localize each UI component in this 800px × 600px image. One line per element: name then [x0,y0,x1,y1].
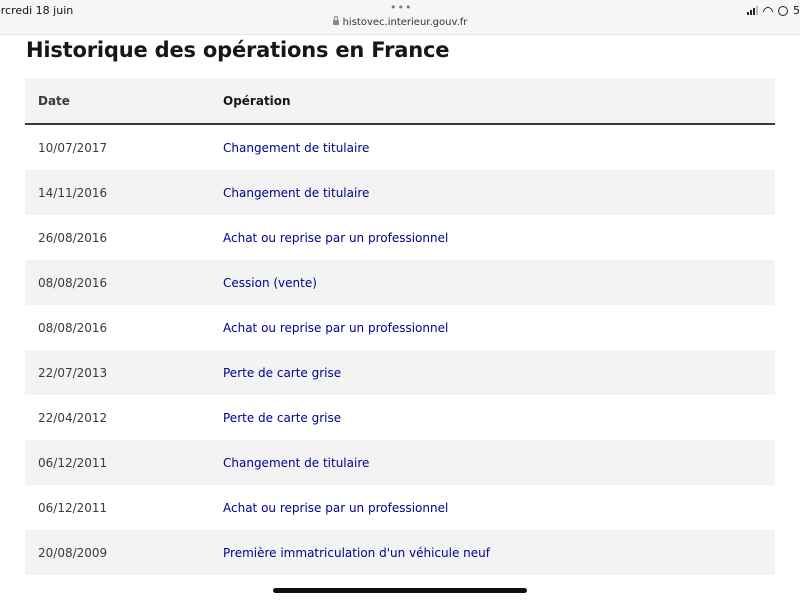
status-time: ercredi 18 juin [0,4,74,17]
row-date: 08/08/2016 [38,275,108,290]
more-dots-icon[interactable]: ••• [390,1,412,14]
row-operation-link[interactable]: Changement de titulaire [223,141,775,155]
wifi-icon [763,7,773,15]
row-operation-link[interactable]: Première immatriculation d'un véhicule n… [223,546,775,560]
orientation-lock-icon [778,5,788,16]
battery-text: 5 [793,4,800,17]
row-operation-link[interactable]: Achat ou reprise par un professionnel [223,321,775,335]
operations-table: Date Opération 10/07/2017 Changement de t… [25,78,775,575]
row-date: 20/08/2009 [38,545,108,560]
table-row: 08/08/2016 Achat ou reprise par un profes… [25,305,775,350]
home-indicator[interactable] [273,588,527,593]
table-row: 20/08/2009 Première immatriculation d'un … [25,530,775,575]
table-row: 26/08/2016 Achat ou reprise par un profes… [25,215,775,260]
row-date: 22/04/2012 [38,410,108,425]
browser-status-bar: ercredi 18 juin ••• histovec.interieur.g… [0,0,800,35]
row-operation-link[interactable]: Changement de titulaire [223,186,775,200]
table-row: 06/12/2011 Changement de titulaire [25,440,775,485]
row-date: 10/07/2017 [38,140,108,155]
row-operation-link[interactable]: Changement de titulaire [223,456,775,470]
row-operation-link[interactable]: Perte de carte grise [223,411,775,425]
status-indicators: 5 [747,4,800,17]
row-operation-link[interactable]: Perte de carte grise [223,366,775,380]
table-row: 08/08/2016 Cession (vente) [25,260,775,305]
table-row: 06/12/2011 Achat ou reprise par un profes… [25,485,775,530]
table-row: 22/07/2013 Perte de carte grise [25,350,775,395]
signal-icon [747,6,758,15]
table-row: 22/04/2012 Perte de carte grise [25,395,775,440]
table-body: 10/07/2017 Changement de titulaire 14/11/2… [25,125,775,575]
url-text: histovec.interieur.gouv.fr [342,17,468,28]
page-title: Historique des opérations en France [26,38,450,62]
row-date: 06/12/2011 [38,500,108,515]
row-operation-link[interactable]: Achat ou reprise par un professionnel [223,231,775,245]
row-operation-link[interactable]: Cession (vente) [223,276,775,290]
column-header-date: Date [38,93,70,108]
table-header: Date Opération [25,78,775,125]
row-date: 22/07/2013 [38,365,108,380]
lock-icon [332,16,339,25]
address-bar[interactable]: histovec.interieur.gouv.fr [0,16,800,28]
row-date: 06/12/2011 [38,455,108,470]
row-operation-link[interactable]: Achat ou reprise par un professionnel [223,501,775,515]
column-header-operation: Opération [223,93,291,108]
table-row: 10/07/2017 Changement de titulaire [25,125,775,170]
table-row: 14/11/2016 Changement de titulaire [25,170,775,215]
row-date: 26/08/2016 [38,230,108,245]
row-date: 08/08/2016 [38,320,108,335]
row-date: 14/11/2016 [38,185,108,200]
